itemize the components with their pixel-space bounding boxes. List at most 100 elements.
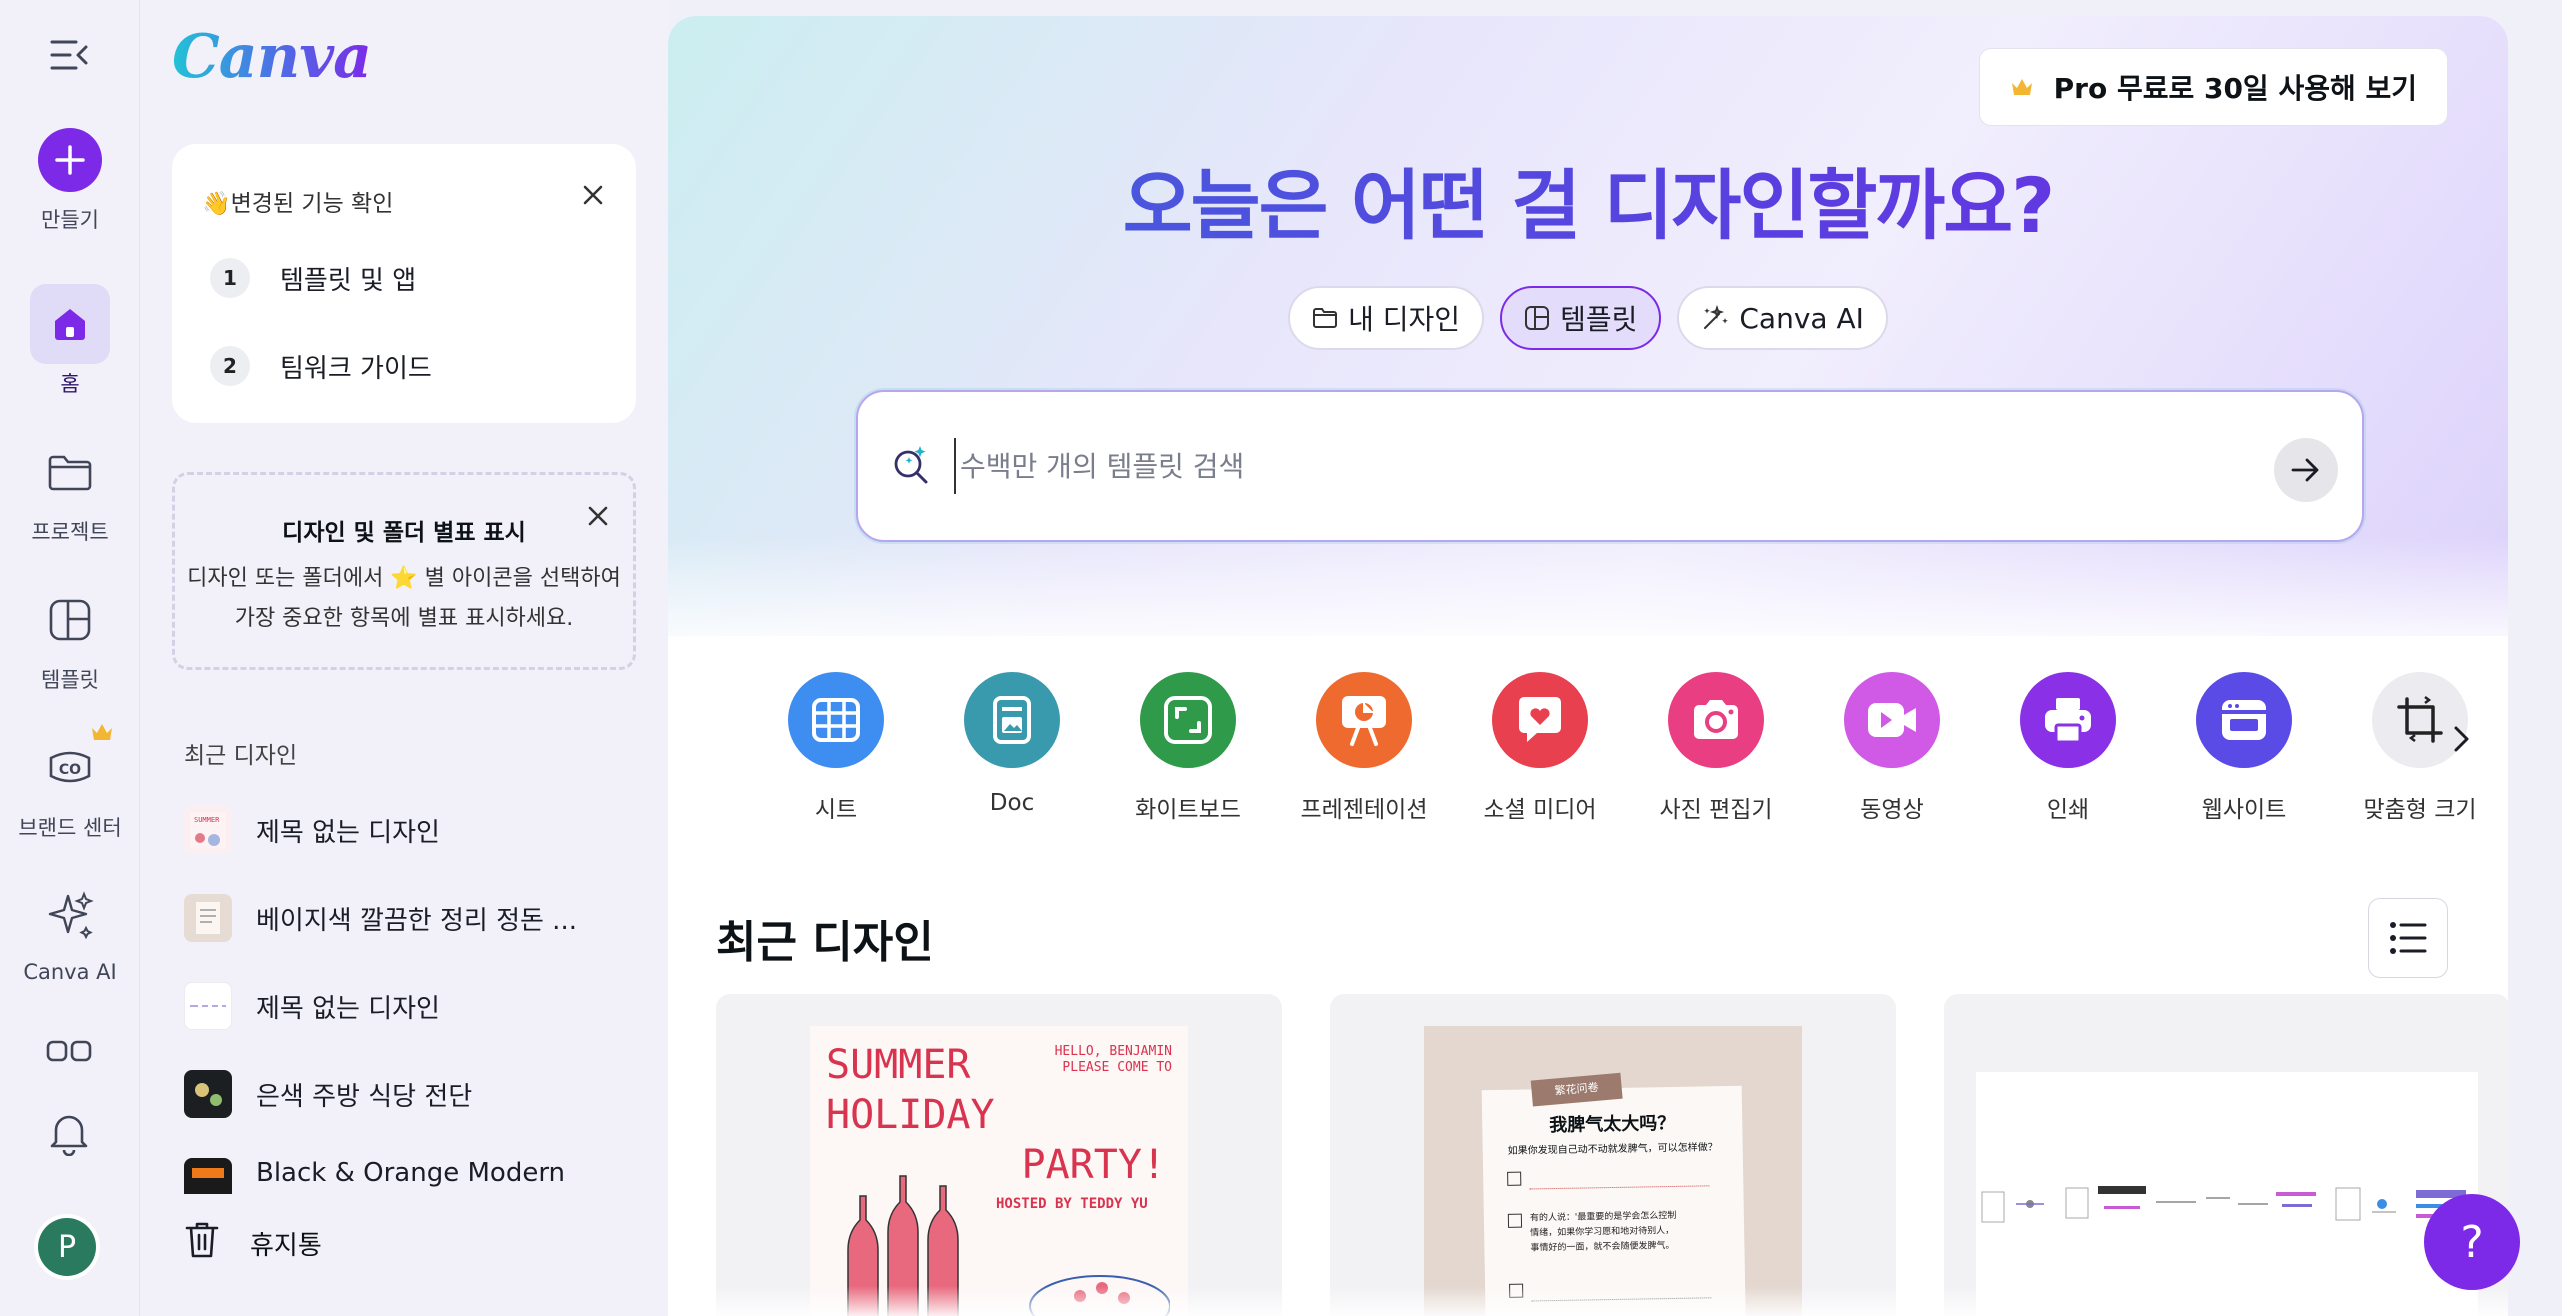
bottom-fade <box>668 1286 2508 1316</box>
rail-label-projects: 프로젝트 <box>31 520 109 544</box>
summer-note-line: PLEASE COME TO <box>1062 1060 1172 1075</box>
help-button[interactable]: ? <box>2424 1194 2520 1290</box>
page-headline: 오늘은 어떤 걸 디자인할까요? <box>668 144 2508 254</box>
rail-label-brand: 브랜드 센터 <box>18 816 122 840</box>
sheet-icon <box>788 672 884 768</box>
recent-design-item[interactable]: 베이지색 깔끔한 정리 정돈 ... <box>184 894 577 942</box>
website-icon <box>2196 672 2292 768</box>
shortcut-custom-size[interactable]: 맞춤형 크기 <box>2332 672 2508 824</box>
star-tip-line: 가장 중요한 항목에 별표 표시하세요. <box>234 606 574 631</box>
whiteboard-icon <box>1140 672 1236 768</box>
search-submit-button[interactable] <box>2274 438 2338 502</box>
star-tip-body: 디자인 또는 폴더에서 ⭐ 별 아이콘을 선택하여 가장 중요한 항목에 별표 … <box>183 559 625 639</box>
shortcut-website[interactable]: 웹사이트 <box>2156 672 2332 824</box>
svg-text:CO: CO <box>59 762 81 778</box>
step-label: 팀워크 가이드 <box>280 353 432 384</box>
tab-my-designs[interactable]: 내 디자인 <box>1288 286 1485 350</box>
summer-title-line: HOLIDAY <box>826 1092 995 1138</box>
design-thumbnail: SUMMER <box>184 806 232 854</box>
arrow-right-icon <box>2291 458 2319 482</box>
rail-item-brand[interactable]: CO 브랜드 센터 <box>0 724 140 842</box>
tab-templates[interactable]: 템플릿 <box>1500 286 1662 350</box>
canva-logo[interactable]: Canva <box>172 22 372 92</box>
notification-bell-icon[interactable] <box>48 1110 90 1160</box>
sparkle-icon <box>30 876 110 956</box>
checkbox-icon <box>1507 1213 1523 1228</box>
avatar[interactable]: P <box>34 1214 100 1280</box>
search-mode-tabs: 내 디자인 템플릿 Canva AI <box>668 286 2508 350</box>
star-tip-line: 디자인 또는 폴더에서 ⭐ 별 아이콘을 선택하여 <box>187 566 621 591</box>
create-button[interactable]: 만들기 <box>0 128 140 234</box>
note-body-line: 事情好的一面，就不会随便发脾气。 <box>1530 1240 1675 1254</box>
folder-icon <box>1313 308 1338 328</box>
design-preview <box>1976 1072 2478 1316</box>
close-icon[interactable] <box>582 184 604 210</box>
shortcut-whiteboard[interactable]: 화이트보드 <box>1100 672 1276 824</box>
side-panel: Canva 👋변경된 기능 확인 1 템플릿 및 앱 2 팀워크 가이드 디자인… <box>140 0 668 1316</box>
shortcut-print[interactable]: 인쇄 <box>1980 672 2156 824</box>
sparkle-icon <box>1704 304 1729 329</box>
shortcut-social-media[interactable]: 소셜 미디어 <box>1452 672 1628 824</box>
note-heading: 我脾气太大吗？ <box>1549 1112 1676 1137</box>
shortcut-label: 웹사이트 <box>2201 797 2287 823</box>
recent-design-item[interactable]: 제목 없는 디자인 <box>184 982 440 1030</box>
design-type-shortcuts: 시트 Doc 화이트보드 프레젠테이션 소셜 미디어 사진 편집기 동영상 인쇄… <box>748 672 2477 832</box>
folder-icon <box>30 432 110 512</box>
design-thumbnail <box>184 1158 232 1194</box>
shortcut-label: 화이트보드 <box>1135 797 1241 823</box>
note-subheading: 如果你发现自己动不动就发脾气，可以怎样做？ <box>1507 1142 1718 1157</box>
note-body: 有的人说：'最重要的是学会怎么控制 情绪，如果你学习愿和地对待别人， 事情好的一… <box>1530 1208 1731 1256</box>
pro-trial-button[interactable]: Pro 무료로 30일 사용해 보기 <box>1978 48 2448 126</box>
shortcut-sheet[interactable]: 시트 <box>748 672 924 824</box>
design-card-note[interactable]: 繁花问卷 我脾气太大吗？ 如果你发现自己动不动就发脾气，可以怎样做？ 有的人说：… <box>1330 994 1896 1316</box>
trash-link[interactable]: 휴지통 <box>184 1220 322 1267</box>
shortcut-video[interactable]: 동영상 <box>1804 672 1980 824</box>
step-label: 템플릿 및 앱 <box>280 265 417 296</box>
note-tag: 繁花问卷 <box>1530 1072 1623 1107</box>
recent-design-item[interactable]: Black & Orange Modern <box>184 1158 565 1194</box>
create-label: 만들기 <box>41 208 99 232</box>
recent-design-item[interactable]: SUMMER 제목 없는 디자인 <box>184 806 440 854</box>
list-view-button[interactable] <box>2368 898 2448 978</box>
shortcut-label: 시트 <box>814 797 858 823</box>
chevron-right-icon[interactable] <box>2452 724 2472 758</box>
recent-design-item[interactable]: 은색 주방 식당 전단 <box>184 1070 472 1118</box>
whiteboard-thumbnail <box>1981 1186 2466 1223</box>
search-input[interactable] <box>954 438 2154 494</box>
collapse-sidebar-icon[interactable] <box>50 38 90 76</box>
recent-designs-title: 최근 디자인 <box>716 917 934 968</box>
tab-label: 내 디자인 <box>1348 303 1461 336</box>
shortcut-label: 사진 편집기 <box>1659 797 1773 823</box>
design-card-summer-party[interactable]: SUMMER HOLIDAY PARTY! HELLO, BENJAMIN PL… <box>716 994 1282 1316</box>
template-icon <box>30 580 110 660</box>
avatar-initial: P <box>38 1218 96 1276</box>
crown-icon <box>2011 79 2032 95</box>
whats-new-step-teamwork[interactable]: 2 팀워크 가이드 <box>210 346 432 386</box>
pro-trial-label: Pro 무료로 30일 사용해 보기 <box>2053 72 2417 105</box>
rail-item-canva-ai[interactable]: Canva AI <box>0 876 140 984</box>
doc-icon <box>964 672 1060 768</box>
rail-label-templates: 템플릿 <box>41 668 99 692</box>
shortcut-doc[interactable]: Doc <box>924 672 1100 816</box>
rail-label-canva-ai: Canva AI <box>23 960 117 984</box>
crown-icon <box>92 724 112 740</box>
design-card-whiteboard[interactable] <box>1944 994 2508 1316</box>
tab-canva-ai[interactable]: Canva AI <box>1677 286 1888 350</box>
main-content: Pro 무료로 30일 사용해 보기 오늘은 어떤 걸 디자인할까요? 내 디자… <box>668 16 2508 1316</box>
rail-item-home[interactable]: 홈 <box>0 284 140 398</box>
trash-icon <box>184 1220 220 1267</box>
shortcut-photo-editor[interactable]: 사진 편집기 <box>1628 672 1804 824</box>
shortcut-label: 인쇄 <box>2046 797 2090 823</box>
step-number: 2 <box>210 346 250 386</box>
whats-new-step-templates[interactable]: 1 템플릿 및 앱 <box>210 258 416 298</box>
rail-item-templates[interactable]: 템플릿 <box>0 580 140 694</box>
checkbox-icon <box>1507 1171 1522 1186</box>
step-number: 1 <box>210 258 250 298</box>
apps-icon[interactable] <box>46 1038 92 1068</box>
recent-design-title: 은색 주방 식당 전단 <box>256 1081 473 1112</box>
rail-item-projects[interactable]: 프로젝트 <box>0 432 140 546</box>
shortcut-presentation[interactable]: 프레젠테이션 <box>1276 672 1452 824</box>
star-tip-card: 디자인 및 폴더 별표 표시 디자인 또는 폴더에서 ⭐ 별 아이콘을 선택하여… <box>172 472 636 670</box>
design-thumbnail <box>184 894 232 942</box>
star-tip-title: 디자인 및 폴더 별표 표시 <box>282 520 526 546</box>
